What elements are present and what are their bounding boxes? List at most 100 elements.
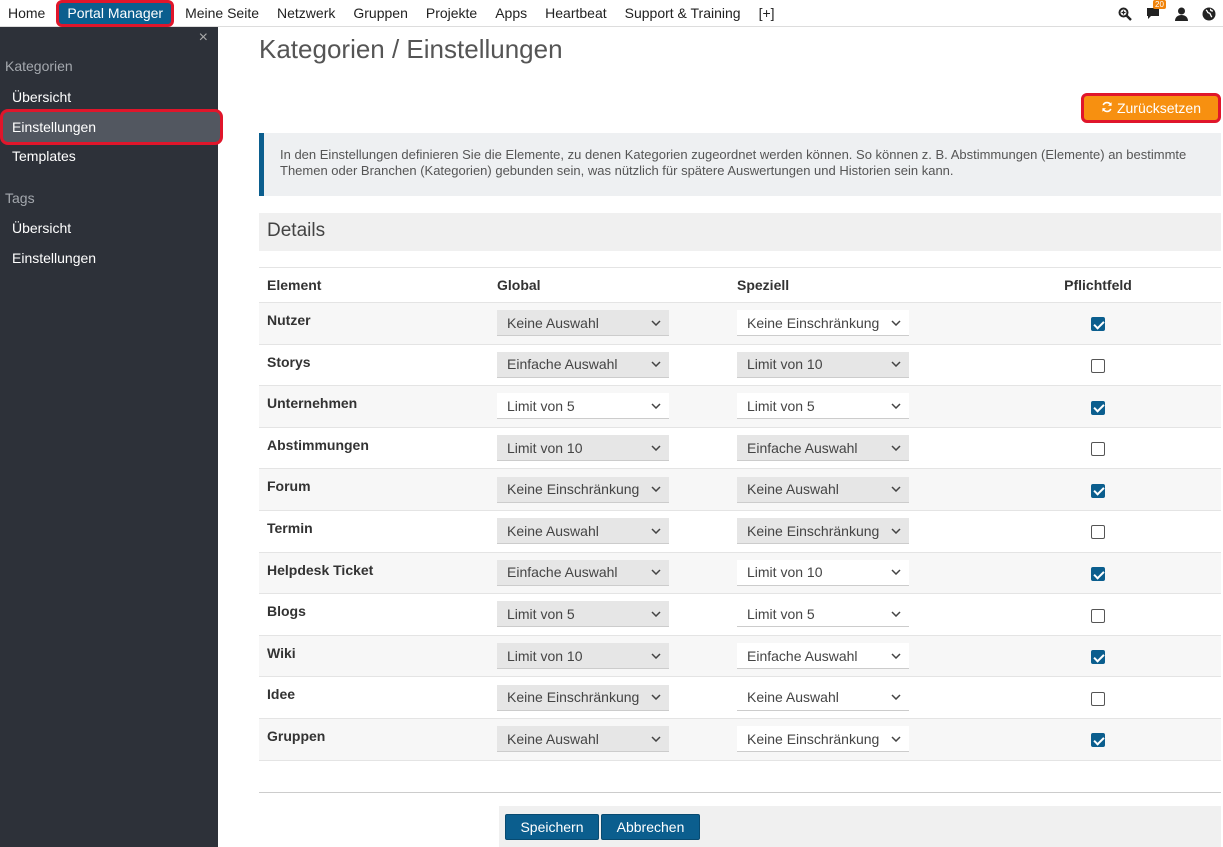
speziell-select[interactable]: Keine Auswahl [737, 476, 909, 503]
global-select[interactable]: Keine Einschränkung [497, 476, 669, 503]
global-cell: Limit von 10 [489, 634, 729, 677]
speziell-cell: Limit von 10 [729, 551, 975, 594]
speziell-select[interactable]: Limit von 10 [737, 351, 909, 378]
global-select[interactable]: Keine Einschränkung [497, 684, 669, 711]
global-cell: Keine Auswahl [489, 717, 729, 761]
reset-button[interactable]: Zurücksetzen [1081, 93, 1221, 123]
chevron-down-icon [651, 483, 661, 495]
nav-support-training[interactable]: Support & Training [616, 0, 750, 27]
chevron-down-icon [891, 733, 901, 745]
speziell-select[interactable]: Limit von 10 [737, 559, 909, 586]
chevron-down-icon [651, 442, 661, 454]
speziell-select[interactable]: Einfache Auswahl [737, 435, 909, 462]
speziell-select-value: Limit von 10 [747, 356, 823, 373]
global-cell: Keine Auswahl [489, 509, 729, 553]
chevron-down-icon [651, 733, 661, 745]
chevron-down-icon [651, 400, 661, 412]
chevron-down-icon [891, 400, 901, 412]
chevron-down-icon [891, 566, 901, 578]
speziell-select[interactable]: Einfache Auswahl [737, 643, 909, 670]
speziell-select[interactable]: Keine Einschränkung [737, 310, 909, 337]
required-checkbox[interactable] [1091, 733, 1105, 748]
speziell-cell: Limit von 10 [729, 343, 975, 386]
sidebar-item-kategorien-einstellungen[interactable]: Einstellungen [0, 109, 223, 145]
global-select-value: Limit von 10 [507, 439, 583, 456]
chat-icon[interactable]: 20 [1145, 0, 1166, 22]
speziell-cell: Limit von 5 [729, 593, 975, 636]
required-checkbox[interactable] [1091, 400, 1105, 415]
table-row: Forum Keine Einschränkung Keine Auswahl [259, 468, 1221, 511]
table-row: Unternehmen Limit von 5 Limit von 5 [259, 385, 1221, 428]
speziell-select[interactable]: Keine Einschränkung [737, 518, 909, 545]
global-select[interactable]: Limit von 10 [497, 643, 669, 670]
global-select[interactable]: Limit von 5 [497, 601, 669, 628]
element-name: Helpdesk Ticket [259, 551, 489, 594]
globe-icon[interactable] [1201, 6, 1217, 22]
table-row: Nutzer Keine Auswahl Keine Einschränkung [259, 302, 1221, 345]
sidebar-item-kategorien-uebersicht[interactable]: Übersicht [0, 82, 218, 112]
element-name: Nutzer [259, 302, 489, 345]
global-select[interactable]: Keine Auswahl [497, 310, 669, 337]
global-select[interactable]: Keine Auswahl [497, 726, 669, 753]
nav-gruppen[interactable]: Gruppen [344, 0, 416, 27]
global-cell: Limit von 5 [489, 593, 729, 636]
required-checkbox[interactable] [1091, 567, 1105, 581]
required-checkbox[interactable] [1091, 650, 1105, 665]
nav-add[interactable]: [+] [750, 0, 784, 27]
pflichtfeld-cell [975, 551, 1221, 594]
global-select[interactable]: Limit von 10 [497, 435, 669, 462]
required-checkbox[interactable] [1091, 442, 1105, 457]
cancel-button[interactable]: Abbrechen [601, 814, 700, 840]
save-button[interactable]: Speichern [505, 814, 599, 840]
sidebar-item-kategorien-templates[interactable]: Templates [0, 141, 218, 171]
chevron-down-icon [651, 650, 661, 662]
speziell-cell: Keine Auswahl [729, 676, 975, 719]
refresh-icon [1101, 100, 1113, 116]
global-select-value: Keine Auswahl [507, 730, 599, 747]
nav-projekte[interactable]: Projekte [417, 0, 486, 27]
nav-meine-seite[interactable]: Meine Seite [176, 0, 268, 27]
speziell-cell: Einfache Auswahl [729, 426, 975, 469]
table-row: Gruppen Keine Auswahl Keine Einschränkung [259, 717, 1221, 761]
pflichtfeld-cell [975, 302, 1221, 345]
speziell-select[interactable]: Limit von 5 [737, 393, 909, 420]
element-name: Abstimmungen [259, 426, 489, 469]
speziell-select-value: Keine Auswahl [747, 689, 839, 706]
required-checkbox[interactable] [1091, 317, 1105, 332]
sidebar-item-tags-uebersicht[interactable]: Übersicht [0, 213, 218, 243]
speziell-select[interactable]: Keine Auswahl [737, 684, 909, 711]
speziell-select[interactable]: Keine Einschränkung [737, 726, 909, 753]
global-select-value: Limit von 5 [507, 605, 575, 622]
nav-apps[interactable]: Apps [486, 0, 536, 27]
global-select[interactable]: Einfache Auswahl [497, 351, 669, 378]
pflichtfeld-cell [975, 676, 1221, 719]
element-name: Termin [259, 509, 489, 553]
chevron-down-icon [651, 317, 661, 329]
nav-home[interactable]: Home [0, 0, 54, 27]
required-checkbox[interactable] [1091, 608, 1105, 623]
required-checkbox[interactable] [1091, 691, 1105, 706]
nav-netzwerk[interactable]: Netzwerk [268, 0, 344, 27]
close-icon[interactable]: × [199, 29, 208, 47]
element-name: Forum [259, 468, 489, 511]
speziell-cell: Keine Einschränkung [729, 717, 975, 761]
column-header-pflichtfeld: Pflichtfeld [975, 267, 1221, 303]
chevron-down-icon [891, 525, 901, 537]
nav-portal-manager[interactable]: Portal Manager [56, 0, 175, 27]
user-icon[interactable] [1173, 6, 1189, 22]
sidebar-item-tags-einstellungen[interactable]: Einstellungen [0, 243, 218, 273]
global-select[interactable]: Einfache Auswahl [497, 559, 669, 586]
table-row: Termin Keine Auswahl Keine Einschränkung [259, 509, 1221, 553]
page-title: Kategorien / Einstellungen [259, 34, 563, 64]
nav-heartbeat[interactable]: Heartbeat [536, 0, 615, 27]
required-checkbox[interactable] [1091, 359, 1105, 374]
speziell-select[interactable]: Limit von 5 [737, 601, 909, 628]
global-select[interactable]: Keine Auswahl [497, 518, 669, 545]
required-checkbox[interactable] [1091, 483, 1105, 498]
pflichtfeld-cell [975, 634, 1221, 677]
global-select-value: Keine Auswahl [507, 522, 599, 539]
search-icon[interactable] [1117, 6, 1133, 22]
speziell-select-value: Keine Auswahl [747, 481, 839, 498]
required-checkbox[interactable] [1091, 525, 1105, 540]
global-select[interactable]: Limit von 5 [497, 393, 669, 420]
